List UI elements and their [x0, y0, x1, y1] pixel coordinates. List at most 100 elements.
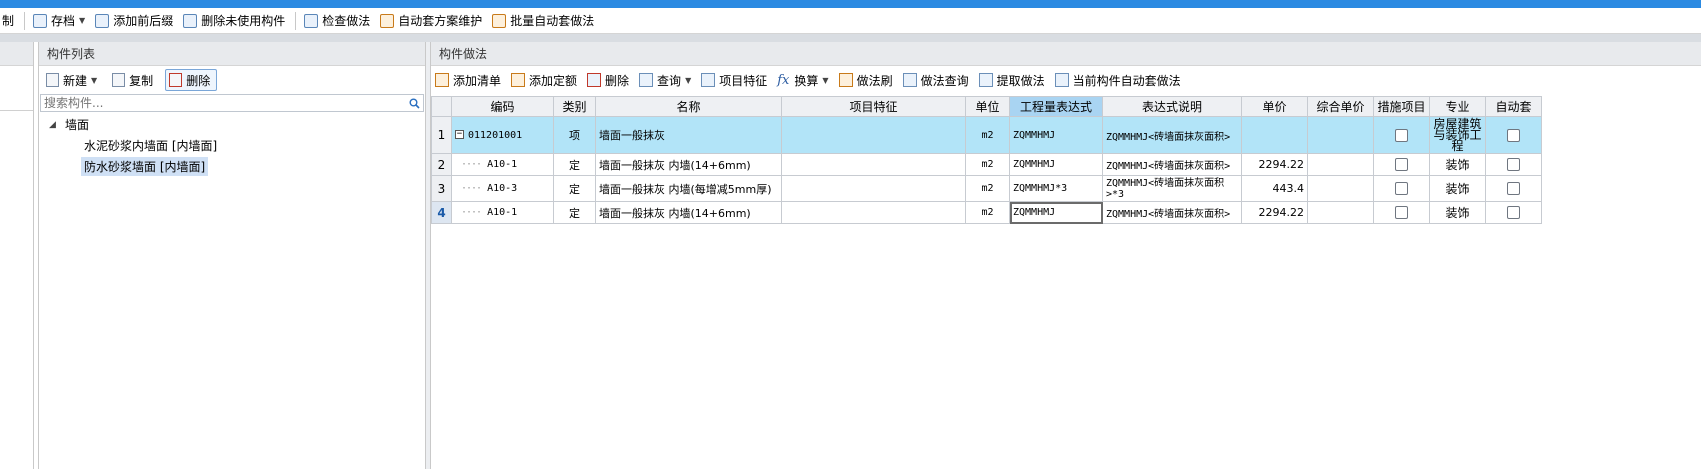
measure-checkbox[interactable] — [1395, 128, 1408, 142]
auto-apply-button[interactable]: 当前构件自动套做法 — [1054, 69, 1190, 91]
auto-cell[interactable] — [1485, 153, 1542, 176]
cut-button[interactable]: 制 — [0, 10, 20, 32]
search-input[interactable] — [44, 96, 384, 110]
auto-checkbox[interactable] — [1507, 182, 1520, 196]
delete-component-button[interactable]: 删除 — [165, 69, 218, 91]
column-header[interactable]: 名称 — [595, 96, 782, 117]
measure-checkbox[interactable] — [1395, 206, 1408, 220]
expr-cell[interactable]: ZQMMHMJ — [1009, 153, 1103, 176]
auto-scheme-button[interactable]: 自动套方案维护 — [376, 10, 488, 32]
unit-cell[interactable]: m2 — [965, 153, 1010, 176]
auto-checkbox[interactable] — [1507, 128, 1520, 142]
measure-checkbox[interactable] — [1395, 182, 1408, 196]
measure-cell[interactable] — [1373, 175, 1430, 202]
column-header[interactable]: 类别 — [553, 96, 596, 117]
toolbar-separator — [24, 11, 26, 30]
auto-checkbox[interactable] — [1507, 158, 1520, 172]
convert-button[interactable]: fx 换算 ▼ — [776, 69, 837, 91]
query-button[interactable]: 查询 ▼ — [638, 69, 700, 91]
expr-cell[interactable]: ZQMMHMJ — [1009, 116, 1103, 154]
extract-icon — [978, 73, 993, 87]
unit-cell[interactable]: m2 — [965, 116, 1010, 154]
column-header[interactable]: 项目特征 — [781, 96, 966, 117]
add-prefix-suffix-button[interactable]: 添加前后缀 — [91, 10, 179, 32]
column-header[interactable]: 编码 — [451, 96, 554, 117]
batch-auto-button[interactable]: 批量自动套做法 — [488, 10, 600, 32]
measure-cell[interactable] — [1373, 201, 1430, 224]
type-cell[interactable]: 定 — [553, 201, 596, 224]
column-header[interactable]: 单价 — [1241, 96, 1308, 117]
code-cell[interactable]: ···· A10-3 — [451, 175, 554, 202]
collapse-triangle-icon[interactable]: ◢ — [49, 120, 59, 130]
unit-cell[interactable]: m2 — [965, 201, 1010, 224]
column-header[interactable]: 专业 — [1429, 96, 1486, 117]
table-row[interactable]: 2 ···· A10-1 定 墙面一般抹灰 内墙(14+6mm) m2 ZQMMH… — [431, 153, 1542, 176]
copy-button[interactable]: 复制 — [109, 69, 159, 91]
extract-method-button[interactable]: 提取做法 — [978, 69, 1054, 91]
type-cell[interactable]: 定 — [553, 153, 596, 176]
feature-cell[interactable] — [781, 153, 966, 176]
price-cell[interactable]: 443.4 — [1241, 175, 1308, 202]
auto-cell[interactable] — [1485, 175, 1542, 202]
tree-item[interactable]: 水泥砂浆内墙面 [内墙面] — [39, 135, 425, 156]
code-cell[interactable]: −011201001 — [451, 116, 554, 154]
toolbar-item-label: 删除未使用构件 — [201, 14, 286, 28]
name-cell[interactable]: 墙面一般抹灰 内墙(14+6mm) — [595, 153, 782, 176]
column-header-active[interactable]: 工程量表达式 — [1009, 96, 1103, 117]
column-header[interactable]: 表达式说明 — [1102, 96, 1242, 117]
column-header[interactable]: 自动套 — [1485, 96, 1542, 117]
search-icon[interactable] — [409, 98, 420, 109]
expr-cell-editing[interactable]: ZQMMHMJ — [1009, 201, 1103, 224]
check-method-button[interactable]: 检查做法 — [300, 10, 376, 32]
auto-cell[interactable] — [1485, 201, 1542, 224]
code-cell[interactable]: ···· A10-1 — [451, 201, 554, 224]
feature-cell[interactable] — [781, 116, 966, 154]
archive-button[interactable]: 存档 ▼ — [29, 10, 91, 32]
table-row[interactable]: 4 ···· A10-1 定 墙面一般抹灰 内墙(14+6mm) m2 ZQMMH… — [431, 201, 1542, 224]
add-quota-button[interactable]: 添加定额 — [510, 69, 586, 91]
delete-unused-button[interactable]: 删除未使用构件 — [179, 10, 291, 32]
tree-item-selected[interactable]: 防水砂浆墙面 [内墙面] — [39, 156, 425, 177]
method-brush-button[interactable]: 做法刷 — [838, 69, 902, 91]
measure-checkbox[interactable] — [1395, 158, 1408, 172]
major-cell[interactable]: 房屋建筑与装饰工程 — [1429, 116, 1486, 154]
table-row[interactable]: 1 −011201001 项 墙面一般抹灰 m2 ZQMMHMJ ZQMMHMJ… — [431, 116, 1542, 154]
name-cell[interactable]: 墙面一般抹灰 内墙(14+6mm) — [595, 201, 782, 224]
name-cell[interactable]: 墙面一般抹灰 内墙(每增减5mm厚) — [595, 175, 782, 202]
table-row[interactable]: 3 ···· A10-3 定 墙面一般抹灰 内墙(每增减5mm厚) m2 ZQMM… — [431, 175, 1542, 202]
feature-button[interactable]: 项目特征 — [700, 69, 776, 91]
auto-checkbox[interactable] — [1507, 206, 1520, 220]
unit-cell[interactable]: m2 — [965, 175, 1010, 202]
code-cell[interactable]: ···· A10-1 — [451, 153, 554, 176]
major-cell[interactable]: 装饰 — [1429, 175, 1486, 202]
delete-label: 删除 — [186, 73, 211, 88]
feature-cell[interactable] — [781, 201, 966, 224]
comp-price-cell[interactable] — [1307, 175, 1374, 202]
tree-root[interactable]: ◢ 墙面 — [39, 114, 425, 135]
type-cell[interactable]: 定 — [553, 175, 596, 202]
collapse-icon[interactable]: − — [455, 130, 464, 139]
tool-label: 做法查询 — [920, 73, 969, 88]
price-cell[interactable] — [1241, 116, 1308, 154]
delete-button[interactable]: 删除 — [586, 69, 638, 91]
major-cell[interactable]: 装饰 — [1429, 153, 1486, 176]
price-cell[interactable]: 2294.22 — [1241, 201, 1308, 224]
name-cell[interactable]: 墙面一般抹灰 — [595, 116, 782, 154]
feature-cell[interactable] — [781, 175, 966, 202]
column-header[interactable]: 措施项目 — [1373, 96, 1430, 117]
measure-cell[interactable] — [1373, 116, 1430, 154]
major-cell[interactable]: 装饰 — [1429, 201, 1486, 224]
comp-price-cell[interactable] — [1307, 201, 1374, 224]
comp-price-cell[interactable] — [1307, 116, 1374, 154]
type-cell[interactable]: 项 — [553, 116, 596, 154]
expr-cell[interactable]: ZQMMHMJ*3 — [1009, 175, 1103, 202]
price-cell[interactable]: 2294.22 — [1241, 153, 1308, 176]
add-list-button[interactable]: 添加清单 — [434, 69, 510, 91]
method-query-button[interactable]: 做法查询 — [902, 69, 978, 91]
new-button[interactable]: 新建 ▼ — [43, 69, 103, 91]
measure-cell[interactable] — [1373, 153, 1430, 176]
column-header[interactable]: 综合单价 — [1307, 96, 1374, 117]
comp-price-cell[interactable] — [1307, 153, 1374, 176]
auto-cell[interactable] — [1485, 116, 1542, 154]
column-header[interactable]: 单位 — [965, 96, 1010, 117]
